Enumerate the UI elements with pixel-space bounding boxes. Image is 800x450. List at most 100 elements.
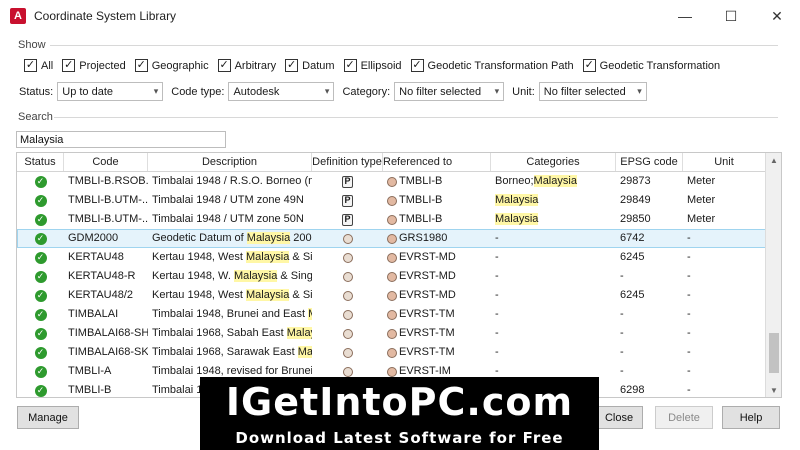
checkmark-icon: ✓ [34,384,47,397]
manage-button[interactable]: Manage [17,406,79,429]
code-cell: TMBLI-B.UTM-... [68,194,148,206]
scroll-down-icon[interactable]: ▼ [766,383,781,397]
table-body: ✓ TMBLI-B.RSOB... Timbalai 1948 / R.S.O. B… [17,172,766,397]
checkbox-icon[interactable]: ✓ [343,59,357,72]
search-input[interactable] [16,131,226,148]
maximize-icon[interactable]: ☐ [708,0,754,32]
description-text: Geodetic Datum of [152,232,247,244]
delete-button[interactable]: Delete [655,406,713,429]
checkbox-icon[interactable]: ✓ [217,59,231,72]
code-cell: TIMBALAI68-SH [68,327,148,339]
table-row[interactable]: ✓ TIMBALAI68-SH Timbalai 1968, Sabah East … [17,324,766,343]
filter-checkbox[interactable]: ✓ Geodetic Transformation [582,59,720,72]
checkbox-icon[interactable]: ✓ [410,59,424,72]
status-cell: ✓ [17,286,64,305]
filter-checkbox-label: Projected [79,59,126,72]
status-filter-label: Status: [19,85,54,98]
epsg-code-cell: - [620,327,624,339]
epsg-code-cell: - [620,270,624,282]
description-text: & Sin... [292,251,312,263]
column-header-code[interactable]: Code [64,153,148,171]
code-type-filter-label: Code type: [171,85,225,98]
type-filters: ✓ All ✓ Projected ✓ Geographic ✓ Arbitrary ✓ Datu… [24,59,720,72]
checkbox-icon[interactable]: ✓ [285,59,299,72]
definition-type-cell [312,248,383,267]
table-row[interactable]: ✓ TIMBALAI Timbalai 1948, Brunei and East … [17,305,766,324]
table-header: Status Code Description Definition type Refe… [17,153,766,172]
vertical-scrollbar[interactable]: ▲ ▼ [765,153,781,397]
table-row[interactable]: ✓ KERTAU48-R Kertau 1948, W. Malaysia & Si… [17,267,766,286]
column-header-unit[interactable]: Unit [683,153,766,171]
search-highlight: Malays... [286,327,312,339]
column-header-definition-type[interactable]: Definition type [312,153,383,171]
status-cell: ✓ [17,362,64,381]
epsg-code-cell: 29873 [620,175,651,187]
filter-checkbox-label: Ellipsoid [360,59,402,72]
table-row[interactable]: ✓ TMBLI-B.RSOB... Timbalai 1948 / R.S.O. B… [17,172,766,191]
column-header-status[interactable]: Status [17,153,64,171]
column-header-description[interactable]: Description [148,153,312,171]
table-row[interactable]: ✓ KERTAU48 Kertau 1948, West Malaysia & Si… [17,248,766,267]
filter-checkbox[interactable]: ✓ Geographic [134,59,209,72]
definition-type-cell: P [312,172,383,191]
filter-checkbox[interactable]: ✓ Ellipsoid [343,59,402,72]
table-row[interactable]: ✓ TIMBALAI68-SK Timbalai 1968, Sarawak Eas… [17,343,766,362]
filter-checkbox[interactable]: ✓ Projected [62,59,126,72]
checkbox-icon[interactable]: ✓ [24,59,37,72]
referenced-to-text: GRS1980 [399,232,448,244]
column-header-epsg-code[interactable]: EPSG code [616,153,683,171]
filter-checkbox[interactable]: ✓ All [24,59,53,72]
epsg-code-cell: - [620,346,624,358]
category-dropdown[interactable]: No filter selected ▾ [394,82,505,101]
status-dropdown[interactable]: Up to date ▾ [57,82,164,101]
code-type-dropdown-value: Autodesk [233,85,280,98]
definition-type-cell [312,305,383,324]
description-cell: Timbalai 1948 / R.S.O. Borneo (m) [148,172,312,191]
definition-type-cell [312,286,383,305]
column-header-categories[interactable]: Categories [491,153,616,171]
table-row[interactable]: ✓ TMBLI-B.UTM-... Timbalai 1948 / UTM zone… [17,191,766,210]
filter-checkbox[interactable]: ✓ Geodetic Transformation Path [410,59,574,72]
unit-dropdown[interactable]: No filter selected ▾ [538,82,647,101]
search-highlight: Malaysia [233,270,278,282]
datum-icon [342,252,353,263]
referenced-to-cell: EVRST-MD [383,286,491,305]
minimize-icon[interactable]: — [662,0,708,32]
status-cell: ✓ [17,381,64,397]
table-row[interactable]: ✓ TMBLI-B.UTM-... Timbalai 1948 / UTM zone… [17,210,766,229]
epsg-code-cell: 6298 [620,384,645,396]
checkbox-icon[interactable]: ✓ [134,59,148,72]
referenced-to-text: TMBLI-B [399,175,443,187]
close-button[interactable]: Close [595,406,643,429]
definition-type-cell [312,267,383,286]
search-group-label: Search [18,111,53,123]
referenced-to-cell: TMBLI-B [383,210,491,229]
table-row[interactable]: ✓GDM2000Geodetic Datum of Malaysia 2000G… [17,229,766,248]
code-cell: TIMBALAI [68,308,119,320]
scrollbar-thumb[interactable] [769,333,779,373]
categories-cell: - [491,267,616,286]
globe-icon [387,366,397,377]
category-text: - [495,327,499,339]
categories-cell: - [491,324,616,343]
unit-cell: Meter [687,213,716,225]
checkbox-icon[interactable]: ✓ [62,59,76,72]
status-cell: ✓ [17,248,64,267]
checkmark-icon: ✓ [34,194,47,207]
filter-checkbox[interactable]: ✓ Datum [285,59,335,72]
description-cell: Geodetic Datum of Malaysia 2000 [148,229,312,248]
referenced-to-cell: EVRST-MD [383,248,491,267]
table-row[interactable]: ✓ KERTAU48/2 Kertau 1948, West Malaysia & … [17,286,766,305]
window-controls: — ☐ ✕ [662,0,800,32]
column-header-referenced-to[interactable]: Referenced to [383,153,491,171]
autocad-app-icon: A [10,8,26,24]
checkbox-icon[interactable]: ✓ [582,59,596,72]
description-text: Timbalai 1948, revised for Brunei... [152,365,312,377]
code-type-dropdown[interactable]: Autodesk ▾ [228,82,335,101]
close-icon[interactable]: ✕ [754,0,800,32]
category-filter-label: Category: [342,85,391,98]
scroll-up-icon[interactable]: ▲ [766,153,781,167]
filter-checkbox[interactable]: ✓ Arbitrary [217,59,276,72]
code-cell: KERTAU48 [68,251,124,263]
help-button[interactable]: Help [722,406,780,429]
